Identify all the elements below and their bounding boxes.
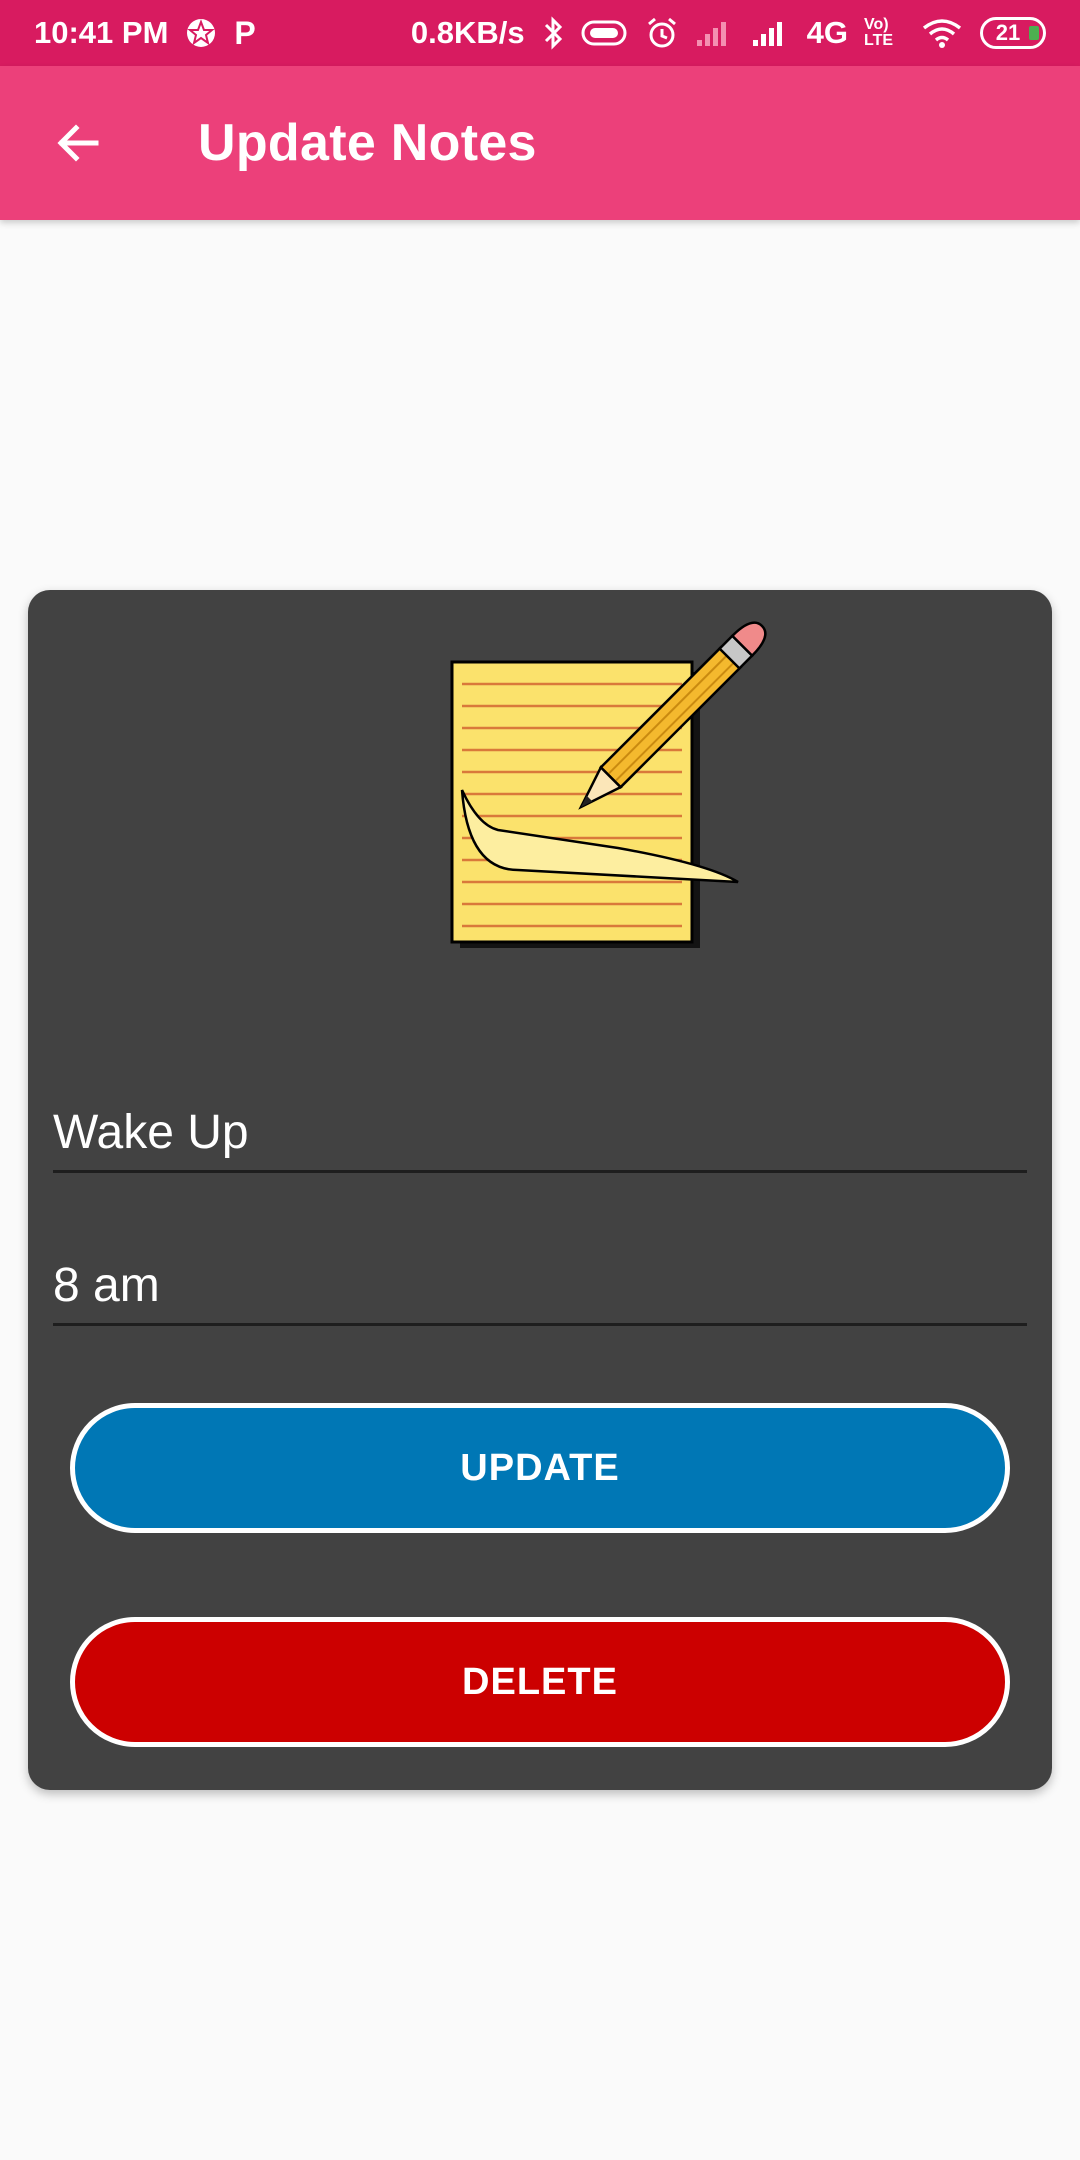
- status-p-icon: P: [234, 14, 256, 51]
- signal-icon: [751, 18, 791, 48]
- title-field-value: Wake Up: [53, 1106, 249, 1159]
- status-right: 0.8KB/s 4G Vo) LTE 21: [411, 15, 1046, 51]
- signal-empty-icon: [695, 18, 735, 48]
- delete-button[interactable]: DELETE: [70, 1617, 1010, 1747]
- arrow-left-icon: [57, 124, 99, 162]
- volte-label: Vo) LTE: [864, 16, 894, 49]
- title-field[interactable]: Wake Up: [53, 1105, 1027, 1173]
- network-type: 4G: [806, 15, 848, 50]
- vpn-icon: [184, 16, 218, 50]
- back-button[interactable]: [30, 95, 126, 191]
- network-speed: 0.8KB/s: [410, 15, 525, 50]
- note-card: Wake Up 8 am UPDATE DELETE: [28, 590, 1052, 1790]
- time-field[interactable]: 8 am: [53, 1258, 1027, 1326]
- alarm-icon: [645, 16, 679, 50]
- bluetooth-icon: [541, 16, 565, 50]
- status-time: 10:41 PM: [34, 15, 169, 50]
- delete-button-label: DELETE: [462, 1660, 618, 1703]
- battery-saver-icon: [581, 18, 629, 48]
- status-left: 10:41 PM P: [34, 15, 256, 52]
- wifi-icon: [920, 16, 964, 50]
- notepad-pencil-icon: [450, 621, 767, 948]
- app-bar: Update Notes: [0, 66, 1080, 220]
- time-field-value: 8 am: [53, 1259, 160, 1312]
- update-button[interactable]: UPDATE: [70, 1403, 1010, 1533]
- battery-icon: 21: [980, 17, 1046, 49]
- update-button-label: UPDATE: [460, 1446, 620, 1489]
- page-title: Update Notes: [198, 114, 537, 172]
- battery-level: 21: [995, 20, 1021, 45]
- status-bar: 10:41 PM P 0.8KB/s 4G Vo) LTE 21: [0, 0, 1080, 66]
